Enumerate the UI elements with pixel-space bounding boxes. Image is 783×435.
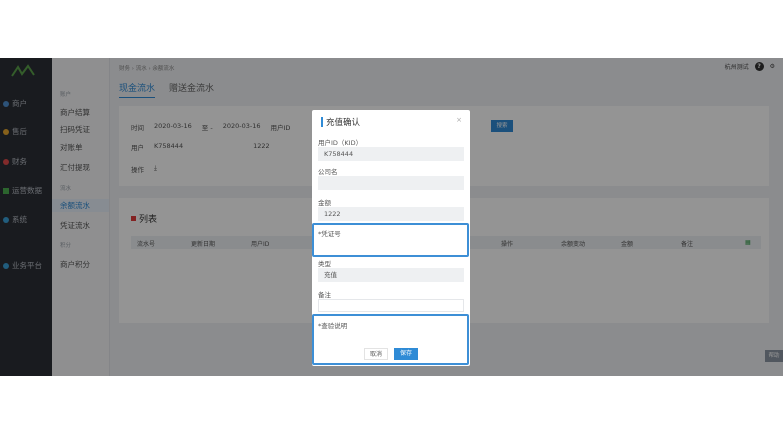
app-window: 商户 售后 财务 运营数据 系统 业务平台 账户 商户结算 扫码凭证 对账单 汇… — [0, 58, 783, 376]
dialog-title-text: 充值确认 — [326, 118, 361, 128]
remark-input[interactable] — [318, 299, 464, 312]
amount-field: 1222 — [318, 207, 464, 221]
user-id-field: K758444 — [318, 147, 464, 161]
field-label-check-note: *查验说明 — [318, 322, 348, 330]
cancel-button[interactable]: 取消 — [364, 348, 388, 360]
field-label-user-id: 用户ID（KID） — [318, 139, 363, 147]
voucher-input[interactable] — [318, 238, 464, 252]
field-label-voucher: *凭证号 — [318, 230, 341, 238]
field-label-amount: 金额 — [318, 199, 331, 207]
type-field: 充值 — [318, 268, 464, 282]
field-label-type: 类型 — [318, 260, 331, 268]
close-icon[interactable]: × — [456, 116, 462, 124]
field-label-company: 公司名 — [318, 168, 338, 176]
company-field — [318, 176, 464, 190]
field-label-remark: 备注 — [318, 291, 331, 299]
title-accent-bar — [321, 117, 323, 127]
recharge-confirm-dialog: 充值确认 × 用户ID（KID） K758444 公司名 金额 1222 *凭证… — [312, 110, 470, 366]
dialog-title: 充值确认 — [321, 116, 360, 128]
save-button[interactable]: 保存 — [394, 348, 418, 360]
check-note-input[interactable] — [318, 330, 464, 344]
